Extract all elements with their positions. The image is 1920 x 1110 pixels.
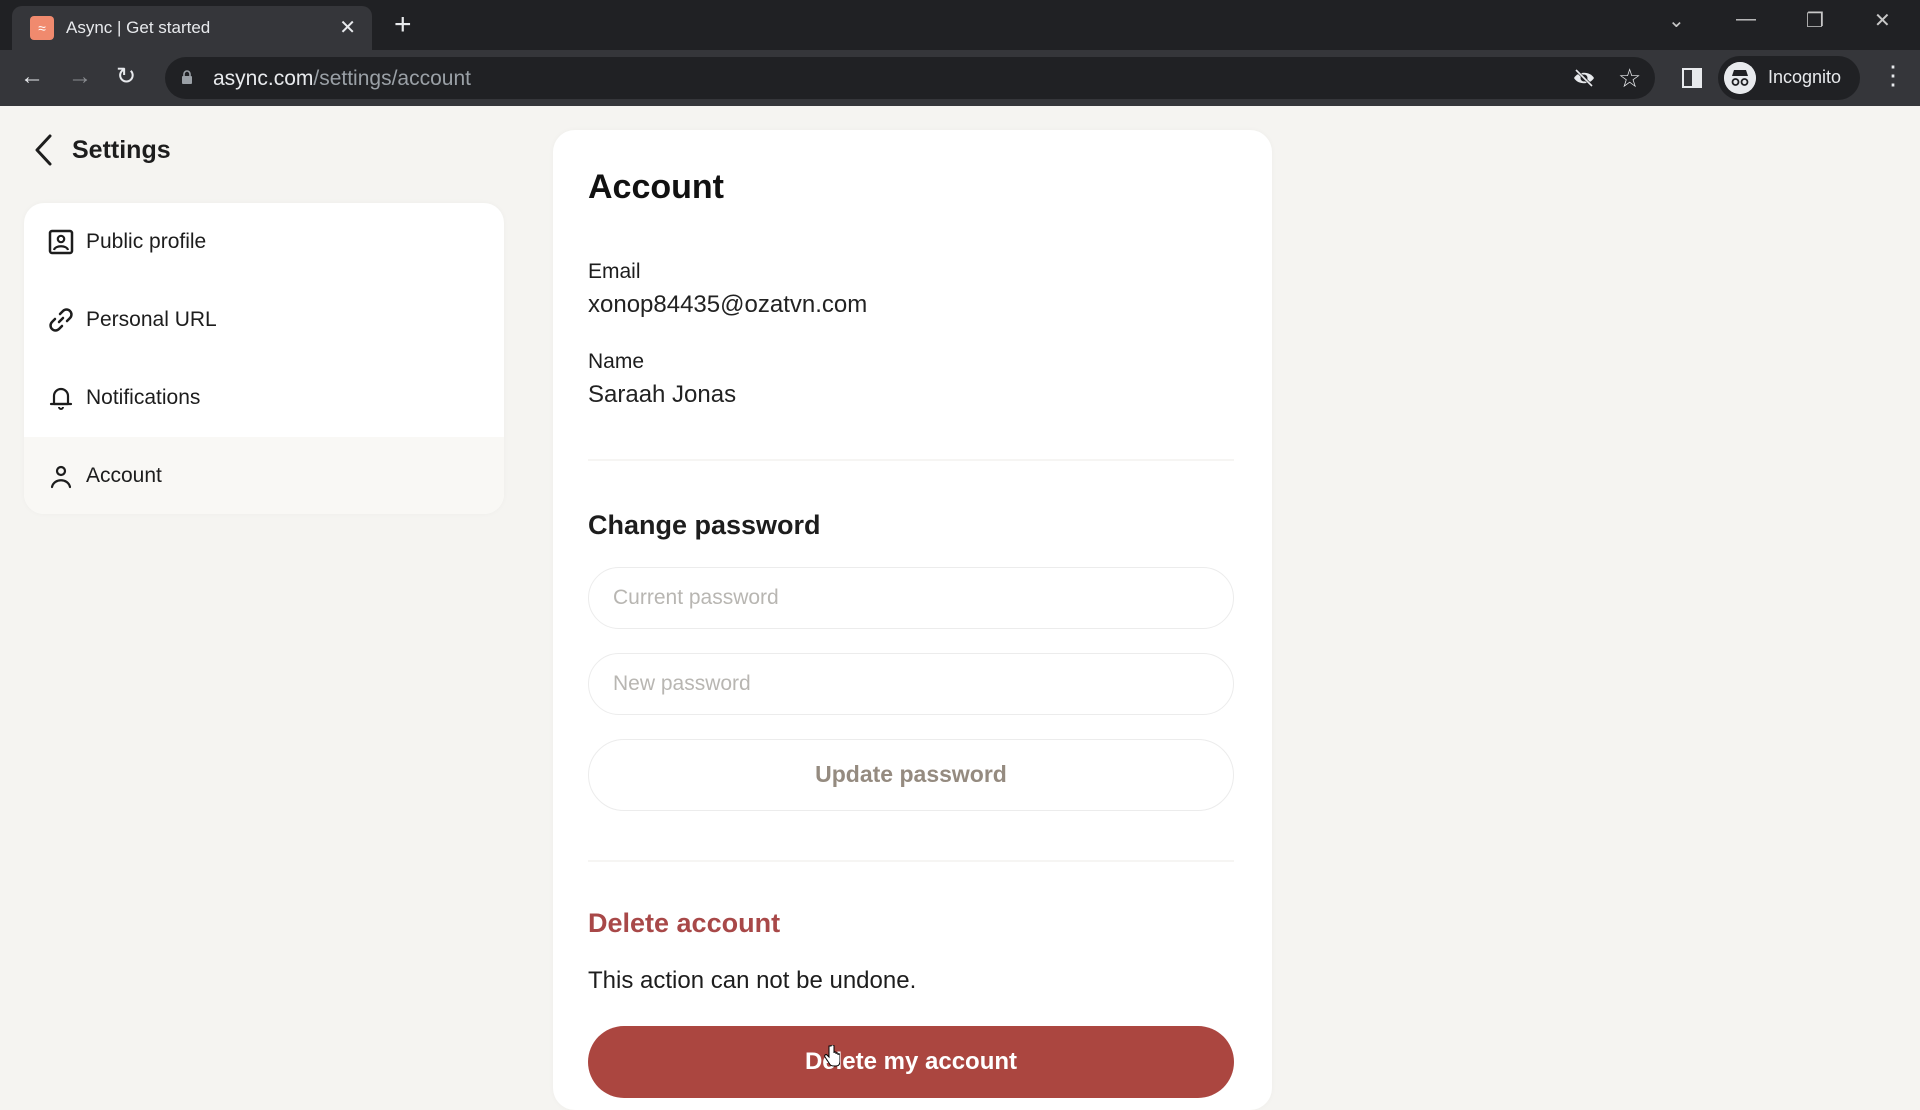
browser-tab[interactable]: ≈ Async | Get started ✕ [12, 6, 372, 50]
url-domain: async.com [213, 67, 314, 90]
profile-card-icon [48, 229, 74, 255]
page-title: Account [588, 168, 724, 206]
hand-cursor-icon [824, 1045, 840, 1067]
section-divider [588, 860, 1234, 862]
tab-search-icon[interactable]: ⌄ [1668, 8, 1685, 33]
link-icon [49, 308, 73, 332]
tab-title: Async | Get started [66, 18, 211, 37]
change-password-heading: Change password [588, 510, 821, 540]
email-label: Email [588, 260, 641, 283]
delete-warning-text: This action can not be undone. [588, 967, 917, 994]
incognito-profile-button[interactable]: Incognito [1718, 56, 1860, 100]
browser-tab-bar: ≈ Async | Get started ✕ + ⌄ — ❐ ✕ [0, 0, 1920, 50]
window-close-icon[interactable]: ✕ [1874, 8, 1891, 33]
sidebar-item-account[interactable]: Account [24, 437, 504, 514]
bookmark-star-icon[interactable]: ☆ [1618, 63, 1641, 94]
settings-title: Settings [72, 135, 171, 164]
settings-back-header[interactable]: Settings [30, 130, 171, 170]
tab-close-icon[interactable]: ✕ [339, 15, 356, 40]
sidebar-item-personal-url[interactable]: Personal URL [24, 281, 504, 359]
async-favicon-icon: ≈ [30, 16, 54, 40]
bell-icon [49, 387, 73, 410]
incognito-label: Incognito [1768, 67, 1842, 87]
browser-toolbar: ← → ↻ async.com/settings/account ☆ Incog… [0, 50, 1920, 106]
incognito-icon [1724, 62, 1756, 94]
minimize-icon[interactable]: — [1736, 8, 1756, 31]
name-value: Saraah Jonas [588, 381, 737, 408]
sidebar-item-label: Personal URL [86, 308, 217, 331]
delete-account-button[interactable]: Delete my account [588, 1026, 1234, 1098]
sidebar-item-public-profile[interactable]: Public profile [24, 203, 504, 281]
sidebar-item-label: Notifications [86, 386, 201, 409]
browser-menu-icon[interactable]: ⋮ [1880, 60, 1906, 90]
section-divider [588, 459, 1234, 461]
new-tab-button[interactable]: + [394, 8, 412, 42]
side-panel-icon[interactable] [1682, 68, 1702, 88]
address-bar[interactable]: async.com/settings/account ☆ [165, 57, 1655, 99]
user-icon [50, 465, 72, 489]
url-path: /settings/account [313, 67, 471, 90]
lock-icon [182, 70, 192, 84]
delete-account-heading: Delete account [588, 908, 781, 938]
update-password-button[interactable]: Update password [588, 739, 1234, 811]
sidebar-item-notifications[interactable]: Notifications [24, 359, 504, 437]
sidebar-item-label: Account [86, 464, 162, 487]
settings-sidebar: Public profile Personal URL Notification… [24, 203, 504, 514]
sidebar-item-label: Public profile [86, 230, 207, 253]
url-text: async.com/settings/account [213, 67, 471, 91]
account-settings-card: Account Email xonop84435@ozatvn.com Name… [553, 130, 1272, 1110]
chevron-left-icon[interactable] [30, 132, 58, 168]
current-password-input[interactable] [588, 567, 1234, 629]
reload-icon[interactable]: ↻ [116, 62, 136, 92]
new-password-input[interactable] [588, 653, 1234, 715]
email-value: xonop84435@ozatvn.com [588, 291, 868, 318]
back-arrow-icon[interactable]: ← [20, 62, 44, 92]
name-label: Name [588, 350, 645, 373]
restore-icon[interactable]: ❐ [1806, 8, 1824, 33]
forward-arrow-icon[interactable]: → [68, 62, 92, 92]
eye-off-icon[interactable] [1573, 68, 1595, 88]
